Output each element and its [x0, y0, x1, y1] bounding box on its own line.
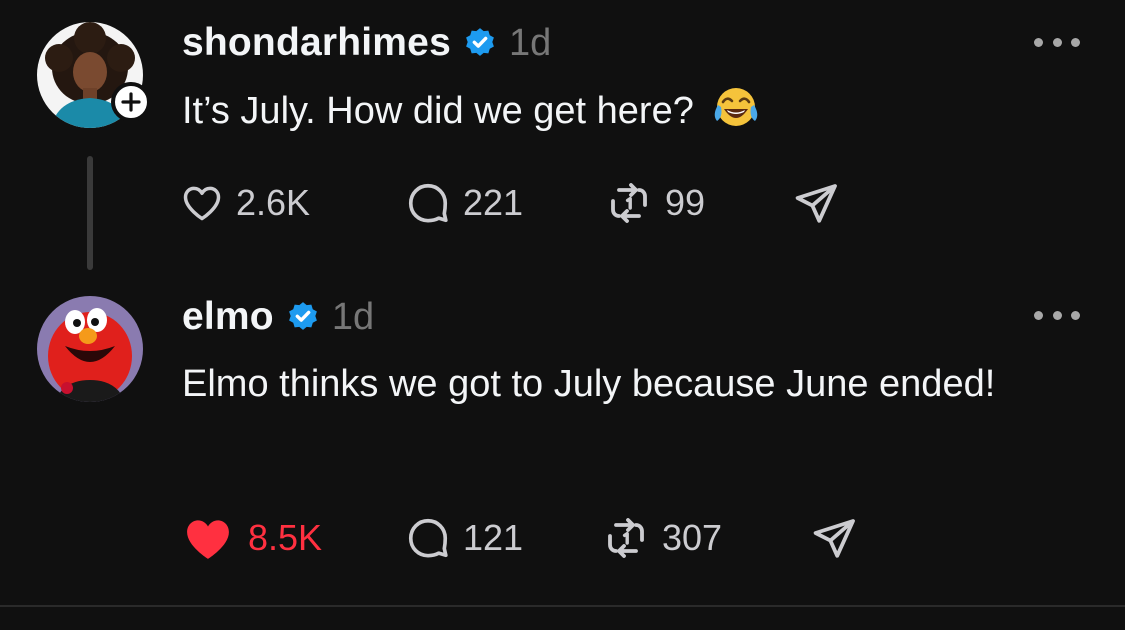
send-icon — [795, 184, 837, 223]
more-dot — [1071, 37, 1080, 47]
more-dot — [1071, 310, 1080, 320]
heart-icon — [187, 520, 229, 559]
repost-icon — [608, 518, 644, 558]
post-text: Elmo thinks we got to July because June … — [182, 363, 996, 405]
follow-button[interactable] — [111, 82, 151, 122]
post-header: shondarhimes 1d — [182, 18, 551, 68]
more-options-button[interactable] — [1034, 305, 1080, 325]
username[interactable]: shondarhimes — [182, 21, 451, 65]
more-horizontal-icon — [1034, 310, 1043, 320]
like-button[interactable]: 2.6K — [180, 178, 310, 228]
plus-icon — [121, 92, 141, 112]
speech-bubble-icon — [408, 183, 448, 223]
heart-icon — [183, 186, 221, 221]
reply-button[interactable]: 121 — [405, 513, 523, 563]
like-count: 8.5K — [248, 517, 323, 558]
post-actions: 2.6K 221 99 — [180, 178, 880, 228]
post-header: elmo 1d — [182, 292, 374, 342]
like-button[interactable]: 8.5K — [180, 513, 322, 563]
post-text-container: Elmo thinks we got to July because June … — [182, 353, 1062, 415]
speech-bubble-icon — [408, 518, 448, 558]
username[interactable]: elmo — [182, 295, 274, 339]
reply-count: 121 — [463, 517, 524, 558]
post-text: It’s July. How did we get here? — [182, 90, 694, 132]
reply-button[interactable]: 221 — [405, 178, 523, 228]
post-time: 1d — [508, 21, 552, 64]
like-count: 2.6K — [236, 182, 311, 223]
reply-count: 221 — [463, 182, 524, 223]
more-options-button[interactable] — [1034, 32, 1080, 52]
more-dot — [1052, 310, 1062, 320]
more-horizontal-icon — [1034, 37, 1043, 47]
thread-connector-line — [87, 156, 93, 270]
repost-button[interactable]: 307 — [602, 513, 722, 563]
send-icon — [813, 519, 855, 558]
post-time: 1d — [331, 295, 375, 338]
face-with-tears-of-joy-icon — [712, 85, 760, 150]
post-actions: 8.5K 121 307 — [180, 513, 880, 563]
post-divider — [0, 605, 1125, 607]
verified-badge-icon — [463, 26, 497, 60]
thread-post: shondarhimes 1d It’s July. How did we ge… — [0, 0, 1125, 290]
repost-count: 307 — [662, 517, 723, 558]
verified-badge-icon — [286, 300, 320, 334]
share-button[interactable] — [810, 513, 858, 563]
repost-button[interactable]: 99 — [605, 178, 705, 228]
avatar[interactable] — [37, 22, 151, 128]
reply-post: elmo 1d Elmo thinks we got to July becau… — [0, 290, 1125, 606]
repost-icon — [611, 183, 647, 223]
share-button[interactable] — [792, 178, 840, 228]
repost-count: 99 — [665, 182, 706, 223]
more-dot — [1052, 37, 1062, 47]
avatar[interactable] — [37, 296, 143, 402]
post-text-container: It’s July. How did we get here? — [182, 80, 1062, 150]
